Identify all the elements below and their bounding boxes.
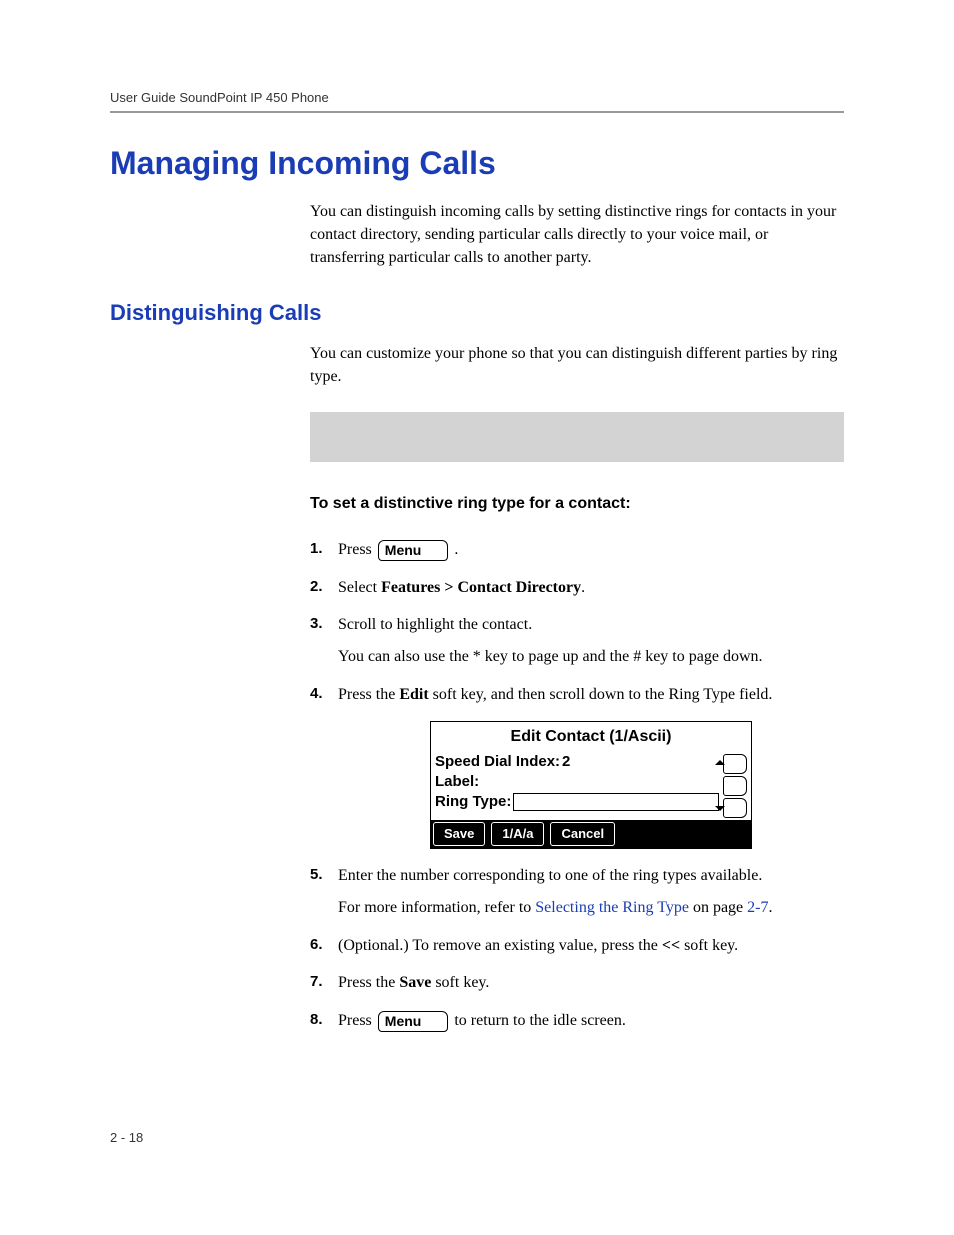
scroll-up-icon — [723, 754, 747, 774]
softkey-bar: Save 1/A/a Cancel — [431, 820, 751, 849]
step-5-link[interactable]: Selecting the Ring Type — [535, 899, 689, 916]
ring-type-label: Ring Type: — [435, 792, 511, 812]
phone-row-label: Label: — [435, 772, 719, 792]
step-7: Press the Save soft key. — [310, 970, 844, 996]
subsection-title: Distinguishing Calls — [110, 300, 844, 326]
step-7-bold: Save — [399, 974, 431, 991]
step-6: (Optional.) To remove an existing value,… — [310, 933, 844, 959]
intro-paragraph-1: You can distinguish incoming calls by se… — [310, 200, 844, 270]
header-rule — [110, 111, 844, 113]
step-6-text-a: (Optional.) To remove an existing value,… — [338, 937, 662, 954]
softkey-save: Save — [433, 822, 485, 847]
step-5-sub-c: . — [768, 899, 772, 916]
phone-screen: Edit Contact (1/Ascii) Speed Dial Index:… — [430, 721, 752, 849]
step-6-text-c: soft key. — [680, 937, 738, 954]
step-5-page-link[interactable]: 2-7 — [747, 899, 768, 916]
step-3-sub: You can also use the * key to page up an… — [338, 644, 844, 670]
speed-dial-value: 2 — [562, 752, 570, 772]
phone-row-speed: Speed Dial Index: 2 — [435, 752, 719, 772]
line-icon — [723, 776, 747, 796]
ring-type-input — [513, 793, 719, 811]
step-2-bold: Features > Contact Directory — [381, 579, 581, 596]
step-1-text-a: Press — [338, 541, 376, 558]
procedure-heading: To set a distinctive ring type for a con… — [310, 492, 844, 515]
note-box — [310, 412, 844, 462]
step-2-text-c: . — [581, 579, 585, 596]
menu-key-icon: Menu — [378, 540, 449, 561]
step-7-text-a: Press the — [338, 974, 399, 991]
step-2-text-a: Select — [338, 579, 381, 596]
speed-dial-label: Speed Dial Index: — [435, 752, 560, 772]
step-5: Enter the number corresponding to one of… — [310, 863, 844, 920]
step-4-bold: Edit — [399, 686, 428, 703]
page-number: 2 - 18 — [110, 1130, 143, 1145]
step-3-text: Scroll to highlight the contact. — [338, 616, 532, 633]
menu-key-icon: Menu — [378, 1011, 449, 1032]
step-3: Scroll to highlight the contact. You can… — [310, 612, 844, 669]
step-5-text: Enter the number corresponding to one of… — [338, 867, 762, 884]
step-4-text-c: soft key, and then scroll down to the Ri… — [429, 686, 773, 703]
step-8-text-a: Press — [338, 1012, 376, 1029]
label-label: Label: — [435, 772, 479, 792]
step-4-text-a: Press the — [338, 686, 399, 703]
step-8: Press Menu to return to the idle screen. — [310, 1008, 844, 1034]
step-1: Press Menu . — [310, 537, 844, 563]
step-4: Press the Edit soft key, and then scroll… — [310, 682, 844, 850]
running-header: User Guide SoundPoint IP 450 Phone — [110, 90, 844, 111]
softkey-mode: 1/A/a — [491, 822, 544, 847]
step-5-sub-b: on page — [689, 899, 747, 916]
scroll-down-icon — [723, 798, 747, 818]
step-2: Select Features > Contact Directory. — [310, 575, 844, 601]
softkey-cancel: Cancel — [550, 822, 615, 847]
step-6-bold: << — [662, 937, 680, 954]
step-8-text-b: to return to the idle screen. — [454, 1012, 626, 1029]
step-5-sub-a: For more information, refer to — [338, 899, 535, 916]
phone-screen-title: Edit Contact (1/Ascii) — [431, 722, 751, 752]
section-title: Managing Incoming Calls — [110, 145, 844, 182]
intro-paragraph-2: You can customize your phone so that you… — [310, 342, 844, 388]
step-7-text-c: soft key. — [431, 974, 489, 991]
phone-row-ring: Ring Type: — [435, 792, 719, 812]
step-1-text-b: . — [454, 541, 458, 558]
